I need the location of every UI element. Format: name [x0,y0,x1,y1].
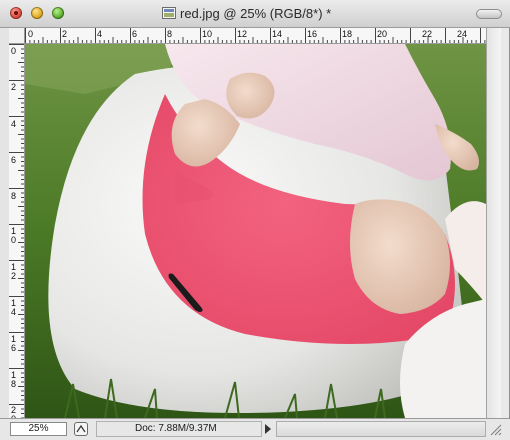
ruler-label: 20 [11,406,16,419]
status-bar: 25% Doc: 7.88M/9.37M [0,418,510,440]
ruler-label: 4 [97,29,103,39]
document-window: red.jpg @ 25% (RGB/8*) * 0 2 4 6 8 10 12… [0,0,510,440]
status-icon-glyph [76,424,86,433]
ruler-label: 8 [167,29,173,39]
ruler-label: 12 [11,263,16,281]
ruler-label: 14 [272,29,283,39]
close-button[interactable] [10,7,22,19]
zoom-button[interactable] [52,7,64,19]
ruler-label: 4 [11,119,17,129]
ruler-label: 0 [28,29,34,39]
window-edge [0,28,9,418]
horizontal-ruler-ticks [25,28,486,43]
title-bar[interactable]: red.jpg @ 25% (RGB/8*) * [0,0,510,28]
triangle-right-icon[interactable] [265,424,271,434]
vertical-scrollbar[interactable] [486,28,501,418]
ruler-label: 24 [457,29,468,39]
ruler-label: 8 [11,191,17,201]
minimize-button[interactable] [31,7,43,19]
ruler-label: 6 [11,155,17,165]
ruler-label-digit: 4 [11,307,17,317]
ruler-label: 22 [422,29,433,39]
ruler-label: 6 [132,29,138,39]
status-icon[interactable] [74,422,88,436]
ruler-label: 2 [62,29,68,39]
ruler-label-digit: 0 [11,235,17,245]
ruler-label: 10 [11,227,16,245]
document-info: Doc: 7.88M/9.37M [96,421,262,437]
ruler-label: 20 [377,29,388,39]
toolbar-toggle-button[interactable] [476,9,502,19]
ruler-label: 18 [342,29,353,39]
vertical-ruler[interactable]: 0 2 4 6 8 10 12 14 16 18 20 [9,44,25,418]
ruler-label: 14 [11,299,16,317]
ruler-label: 16 [11,335,16,353]
zoom-level-field[interactable]: 25% [10,422,67,436]
image-canvas[interactable] [25,44,486,418]
ruler-label: 0 [11,46,17,56]
photo-image [25,44,486,418]
window-title: red.jpg @ 25% (RGB/8*) * [180,6,332,21]
ruler-label-digit: 2 [11,271,17,281]
ruler-label: 18 [11,371,16,389]
ruler-label: 12 [237,29,248,39]
ruler-label: 2 [11,82,17,92]
ruler-label: 16 [307,29,318,39]
document-icon [162,7,176,19]
resize-grip-icon[interactable] [488,422,502,436]
ruler-label-digit: 8 [11,379,17,389]
horizontal-ruler[interactable]: 0 2 4 6 8 10 12 14 16 18 20 22 24 [25,28,486,44]
horizontal-scrollbar[interactable] [276,421,486,437]
ruler-label-digit: 6 [11,343,17,353]
ruler-label: 10 [202,29,213,39]
ruler-origin[interactable] [9,28,25,44]
